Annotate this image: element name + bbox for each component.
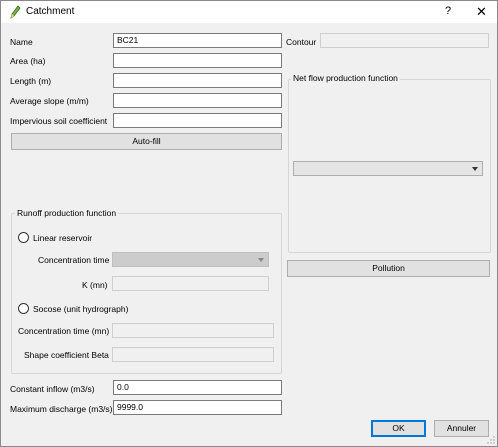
window-title: Catchment	[26, 6, 75, 17]
impervious-input[interactable]	[113, 113, 282, 128]
area-input[interactable]	[113, 53, 282, 68]
runoff-title: Runoff production function	[15, 208, 119, 218]
constant-inflow-input[interactable]: 0.0	[113, 380, 282, 395]
linear-reservoir-radio[interactable]	[18, 232, 29, 243]
k-label: K (mn)	[82, 280, 108, 290]
concentration-time-mn-label: Concentration time (mn)	[18, 326, 110, 336]
max-discharge-label: Maximum discharge (m3/s)	[10, 404, 113, 414]
close-button[interactable]: ✕	[476, 4, 487, 20]
resize-grip-icon[interactable]	[487, 436, 495, 444]
ok-button[interactable]: OK	[371, 420, 426, 437]
slope-input[interactable]	[113, 93, 282, 108]
concentration-time-label: Concentration time	[38, 255, 110, 265]
concentration-time-mn-input	[112, 323, 274, 338]
socose-radio[interactable]	[18, 303, 29, 314]
catchment-dialog: Catchment ? ✕ Name BC21 Area (ha) Length…	[0, 0, 498, 447]
max-discharge-input[interactable]: 9999.0	[113, 400, 282, 415]
k-input	[112, 276, 269, 291]
net-flow-title: Net flow production function	[291, 73, 400, 83]
help-button[interactable]: ?	[445, 5, 451, 17]
slope-label: Average slope (m/m)	[10, 96, 89, 106]
pollution-button[interactable]: Pollution	[287, 260, 490, 277]
title-bar: Catchment ? ✕	[1, 1, 497, 23]
socose-label[interactable]: Socose (unit hydrograph)	[33, 304, 128, 314]
pencil-icon	[10, 5, 21, 19]
length-input[interactable]	[113, 73, 282, 88]
shape-coeff-input	[112, 347, 274, 362]
impervious-label: Impervious soil coefficient	[10, 116, 108, 126]
chevron-down-icon	[472, 167, 478, 171]
autofill-button[interactable]: Auto-fill	[11, 133, 282, 150]
chevron-down-icon	[258, 258, 264, 262]
contour-label: Contour	[286, 37, 317, 47]
constant-inflow-label: Constant inflow (m3/s)	[10, 384, 95, 394]
shape-coeff-label: Shape coefficient Beta	[24, 350, 109, 360]
name-label: Name	[10, 37, 33, 47]
name-input[interactable]: BC21	[113, 33, 282, 48]
area-label: Area (ha)	[10, 56, 46, 66]
contour-input	[320, 33, 489, 48]
linear-reservoir-label[interactable]: Linear reservoir	[33, 233, 92, 243]
length-label: Length (m)	[10, 76, 52, 86]
cancel-button[interactable]: Annuler	[434, 420, 489, 437]
net-flow-combo[interactable]	[293, 161, 483, 176]
concentration-time-combo	[112, 252, 269, 267]
